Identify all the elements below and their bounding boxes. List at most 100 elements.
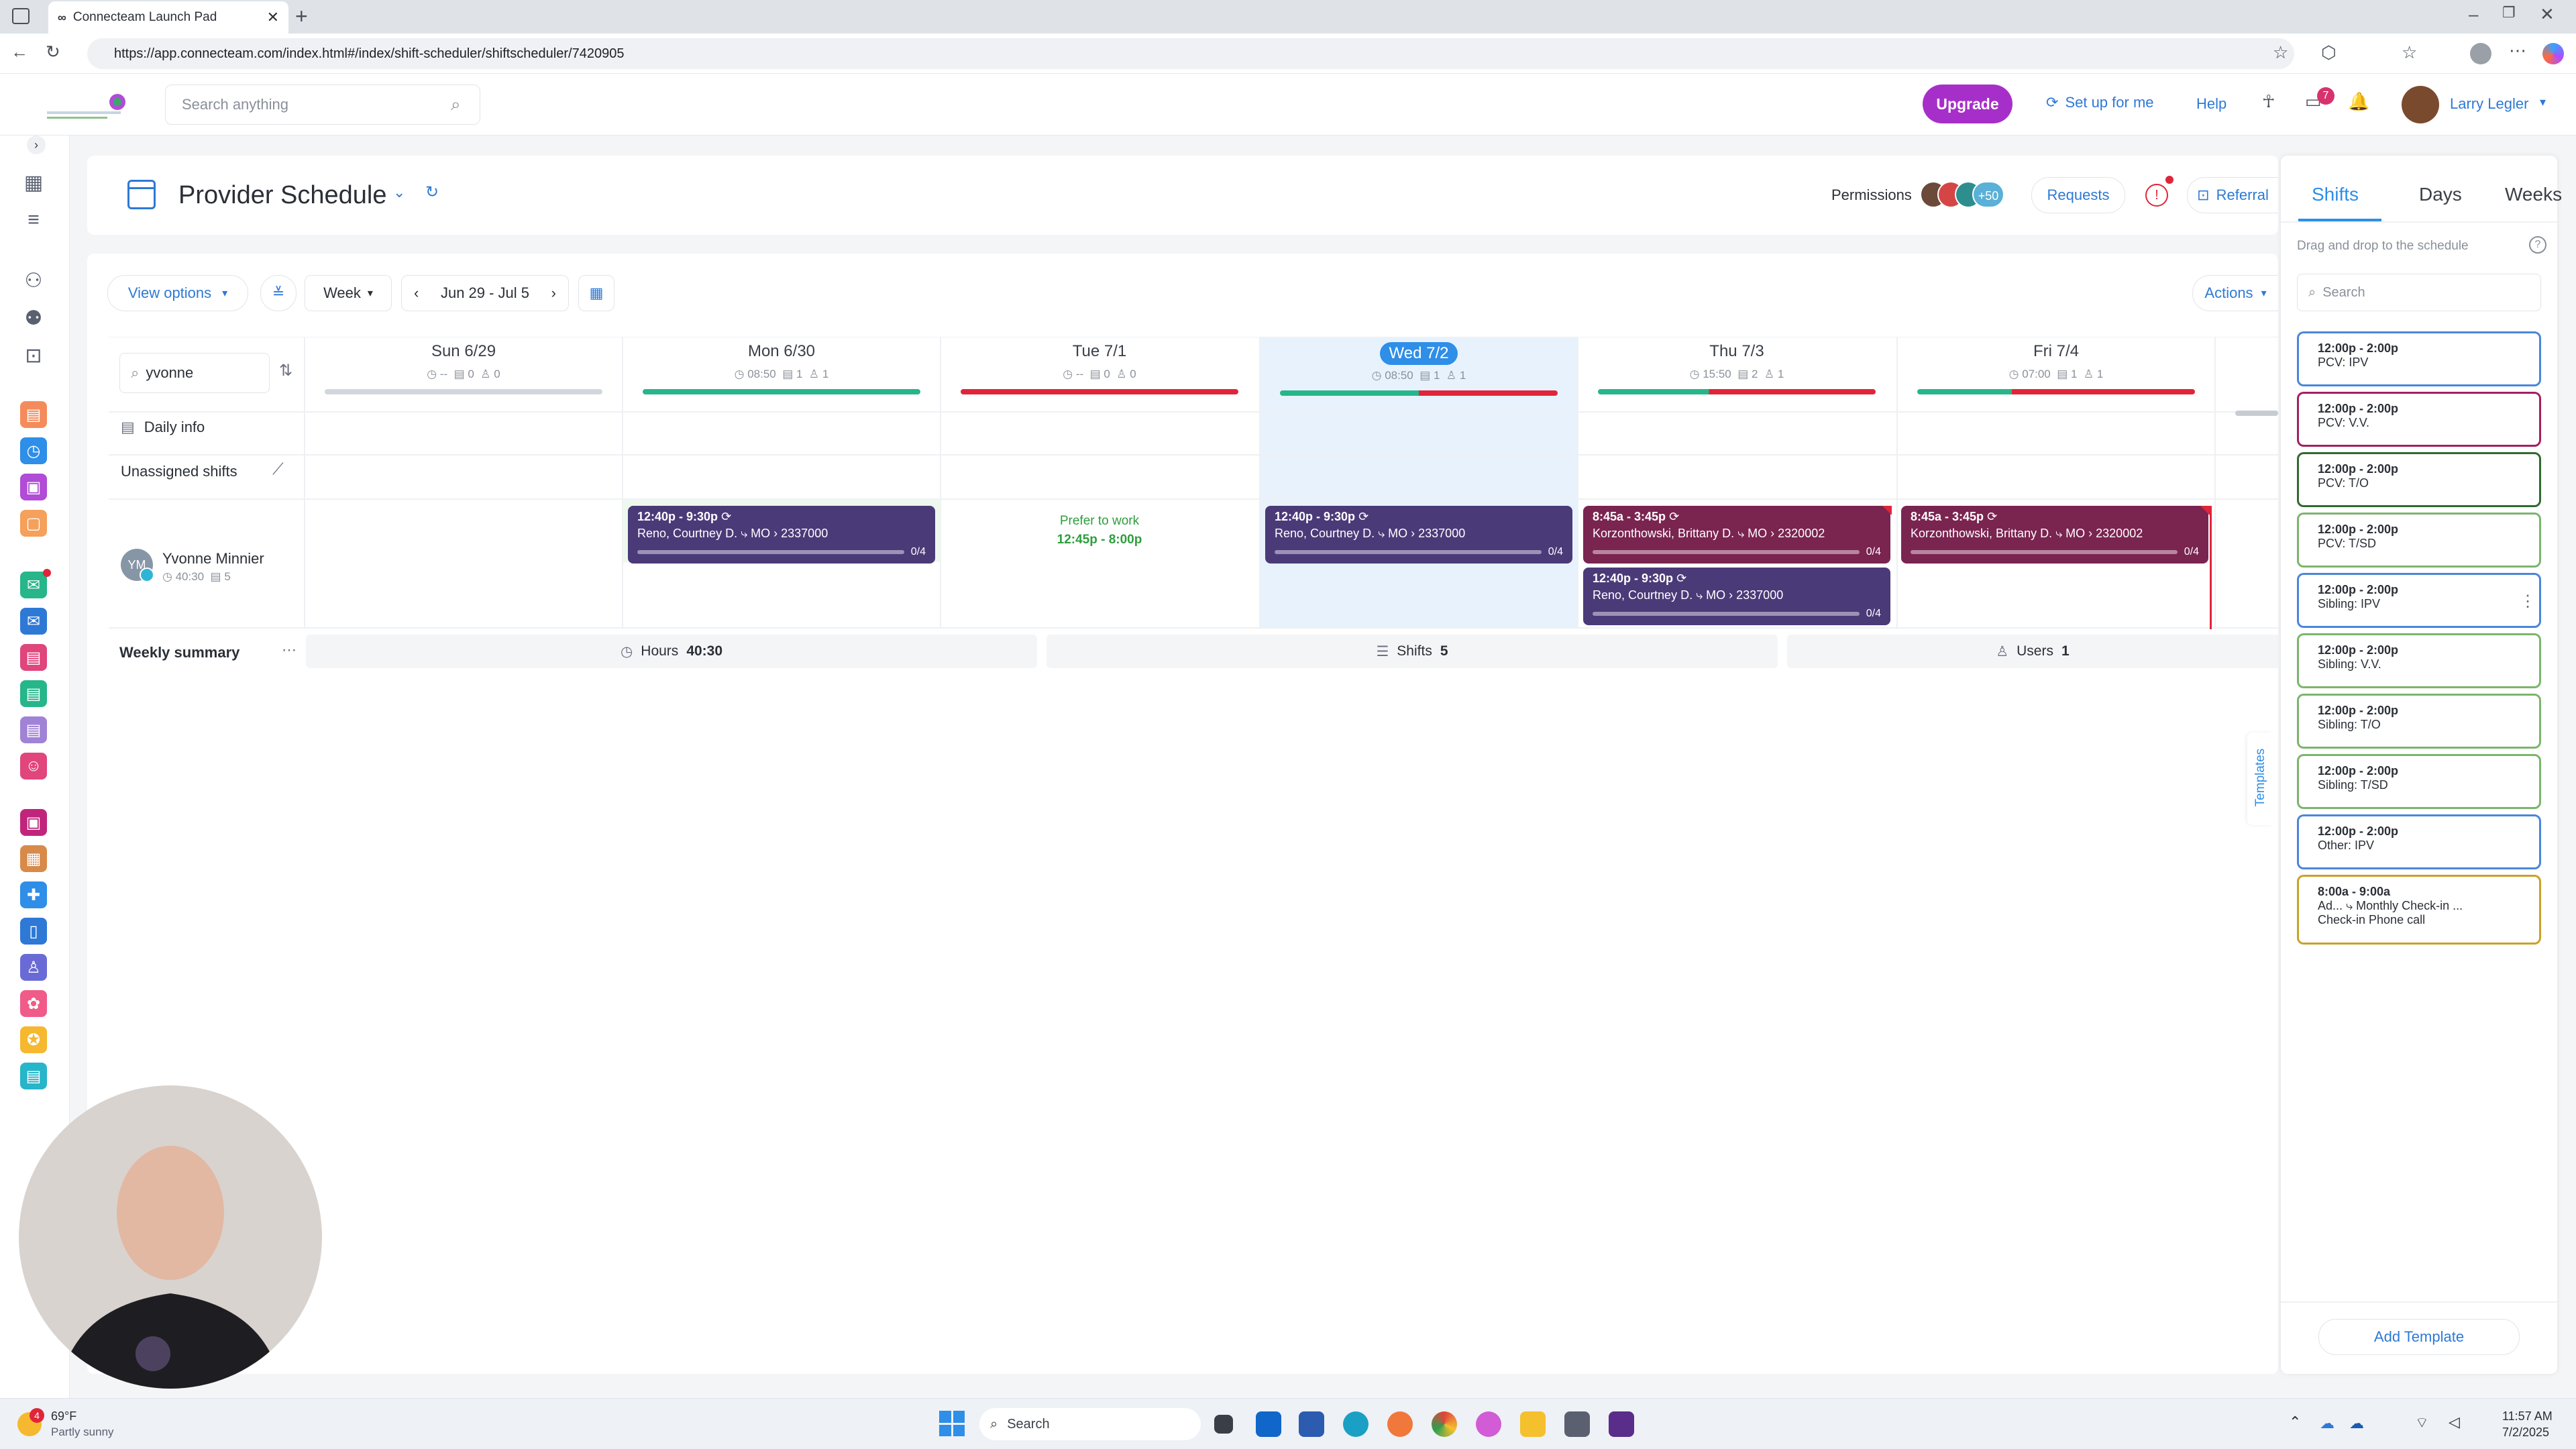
template-search-input[interactable]: ⌕ Search	[2297, 274, 2541, 311]
connecteam-app-icon[interactable]	[1609, 1411, 1634, 1437]
template-card[interactable]: 12:00p - 2:00p Sibling: IPV	[2297, 573, 2541, 628]
outlook-icon[interactable]	[1256, 1411, 1281, 1437]
sidebar-toggle-icon[interactable]	[12, 8, 30, 24]
favorite-star-icon[interactable]: ☆	[2273, 42, 2288, 63]
sort-icon[interactable]: ⇅	[279, 361, 292, 380]
profile-avatar-icon[interactable]	[2470, 43, 2491, 64]
new-tab-icon[interactable]: +	[295, 4, 308, 29]
shift-card-thu-1[interactable]: 8:45a - 3:45p ⟳ Korzonthowski, Brittany …	[1583, 506, 1890, 564]
dashboard-icon[interactable]: ▦	[20, 169, 47, 196]
referral-button[interactable]: ⊡ Referral	[2187, 177, 2278, 213]
template-card[interactable]: 12:00p - 2:00p PCV: T/SD	[2297, 513, 2541, 568]
system-tray-chevron-icon[interactable]: ⌃	[2289, 1413, 2301, 1431]
day-header-thu[interactable]: Thu 7/3 ◷ 15:50 ▤ 2 ♙ 1	[1578, 338, 1896, 412]
close-tab-icon[interactable]: ✕	[267, 9, 279, 26]
rewards-app-icon[interactable]: ✪	[20, 1026, 47, 1053]
next-week-icon[interactable]: ›	[551, 284, 556, 302]
template-card[interactable]: 12:00p - 2:00p PCV: T/O	[2297, 452, 2541, 507]
favorites-icon[interactable]: ☆	[2402, 42, 2417, 63]
tab-shifts[interactable]: Shifts	[2312, 184, 2359, 205]
onedrive-business-icon[interactable]: ☁	[2349, 1415, 2364, 1432]
template-more-icon[interactable]: ⋮	[2520, 592, 2536, 611]
checklist-app-icon[interactable]: ▤	[20, 680, 47, 707]
people-app-icon[interactable]: ☺	[20, 753, 47, 780]
day-header-mon[interactable]: Mon 6/30 ◷ 08:50 ▤ 1 ♙ 1	[623, 338, 941, 412]
docs-app-icon[interactable]: ▤	[20, 644, 47, 671]
user-avatar[interactable]	[2402, 86, 2439, 123]
week-select[interactable]: Week ▾	[305, 275, 392, 311]
itunes-icon[interactable]	[1476, 1411, 1501, 1437]
feed-icon[interactable]: ≡	[20, 207, 47, 233]
briefcase-icon[interactable]: ⊡	[20, 342, 47, 369]
view-options-button[interactable]: View options ▾	[107, 275, 248, 311]
clock-date[interactable]: 7/2/2025	[2502, 1426, 2549, 1440]
day-header-tue[interactable]: Tue 7/1 ◷ -- ▤ 0 ♙ 0	[941, 338, 1258, 412]
date-range-label[interactable]: Jun 29 - Jul 5	[441, 284, 529, 302]
gift-app-icon[interactable]: ✚	[20, 881, 47, 908]
document-app-icon[interactable]: ▯	[20, 918, 47, 945]
template-card[interactable]: 8:00a - 9:00a Ad... ⤷ Monthly Check-in ..…	[2297, 875, 2541, 945]
global-search-input[interactable]: Search anything	[165, 85, 480, 125]
template-card[interactable]: 12:00p - 2:00p PCV: V.V.	[2297, 392, 2541, 447]
events-app-icon[interactable]: ▦	[20, 845, 47, 872]
windows-start-icon[interactable]	[939, 1411, 965, 1436]
employee-filter-input[interactable]: ⌕ yvonne	[119, 353, 270, 393]
more-menu-icon[interactable]: ⋯	[2509, 40, 2526, 61]
template-card[interactable]: 12:00p - 2:00p PCV: IPV	[2297, 331, 2541, 386]
filter-button[interactable]: ≚	[260, 275, 297, 311]
day-header-fri[interactable]: Fri 7/4 ◷ 07:00 ▤ 1 ♙ 1	[1897, 338, 2215, 412]
tasks-app-icon[interactable]: ▣	[20, 474, 47, 500]
title-dropdown-chevron-icon[interactable]: ⌄	[393, 184, 405, 201]
user-icon[interactable]: ⚇	[20, 267, 47, 294]
template-card[interactable]: 12:00p - 2:00p Sibling: T/O	[2297, 694, 2541, 749]
help-circle-icon[interactable]: ?	[2529, 236, 2546, 254]
add-template-button[interactable]: Add Template	[2318, 1319, 2520, 1355]
user-menu-chevron-icon[interactable]: ▾	[2540, 95, 2546, 109]
help-app-icon[interactable]: ✿	[20, 990, 47, 1017]
close-window-icon[interactable]: ✕	[2540, 4, 2555, 25]
tab-days[interactable]: Days	[2419, 184, 2462, 205]
courses-app-icon[interactable]: ▣	[20, 809, 47, 836]
policies-app-icon[interactable]: ▤	[20, 1063, 47, 1089]
wifi-icon[interactable]: ⌔	[2415, 1413, 2429, 1432]
info-alert-icon[interactable]: !	[2145, 184, 2168, 207]
chat-app-icon[interactable]: ✉	[20, 572, 47, 598]
shift-card-thu-2[interactable]: 12:40p - 9:30p ⟳ Reno, Courtney D. ⤷ MO …	[1583, 568, 1890, 625]
word-icon[interactable]	[1299, 1411, 1324, 1437]
edge-icon[interactable]	[1343, 1411, 1368, 1437]
knowledge-app-icon[interactable]: ▤	[20, 716, 47, 743]
back-icon[interactable]: ←	[11, 42, 28, 62]
help-link[interactable]: Help	[2196, 95, 2226, 113]
permissions-more-badge[interactable]: +50	[1972, 181, 2004, 208]
tab-weeks[interactable]: Weeks	[2505, 184, 2562, 205]
template-card[interactable]: 12:00p - 2:00p Sibling: V.V.	[2297, 633, 2541, 688]
firefox-icon[interactable]	[1387, 1411, 1413, 1437]
daily-info-row[interactable]: ▤ Daily info	[121, 419, 205, 436]
summary-more-icon[interactable]: ⋯	[282, 641, 297, 659]
chrome-icon[interactable]	[1432, 1411, 1457, 1437]
refresh-icon[interactable]: ↻	[425, 182, 439, 202]
template-card[interactable]: 12:00p - 2:00p Other: IPV	[2297, 814, 2541, 869]
restore-icon[interactable]: ❐	[2502, 4, 2516, 21]
day-header-sun[interactable]: Sun 6/29 ◷ -- ▤ 0 ♙ 0	[305, 338, 623, 412]
upgrade-button[interactable]: Upgrade	[1923, 85, 2012, 123]
magic-assign-icon[interactable]: ⟋	[272, 460, 284, 479]
accessibility-icon[interactable]: ☥	[2262, 91, 2275, 112]
day-header-wed[interactable]: Wed 7/2 ◷ 08:50 ▤ 1 ♙ 1	[1260, 338, 1578, 412]
date-picker-button[interactable]: ▦	[578, 275, 614, 311]
users-icon[interactable]: ⚉	[20, 305, 47, 331]
template-card[interactable]: 12:00p - 2:00p Sibling: T/SD	[2297, 754, 2541, 809]
extensions-icon[interactable]: ⬡	[2321, 42, 2337, 63]
expand-rail-icon[interactable]: ›	[27, 136, 46, 154]
reload-icon[interactable]: ↻	[46, 42, 60, 62]
copilot-icon[interactable]	[2542, 43, 2564, 64]
schedule-app-icon[interactable]: ▤	[20, 401, 47, 428]
shift-card-wed[interactable]: 12:40p - 9:30p ⟳ Reno, Courtney D. ⤷ MO …	[1265, 506, 1572, 564]
volume-icon[interactable]: ◁	[2449, 1413, 2460, 1431]
file-explorer-icon[interactable]	[1520, 1411, 1546, 1437]
user-name[interactable]: Larry Legler	[2450, 95, 2528, 113]
requests-button[interactable]: Requests	[2031, 177, 2125, 213]
templates-side-tab[interactable]: Templates	[2247, 733, 2274, 825]
forms-app-icon[interactable]: ▢	[20, 510, 47, 537]
shift-card-mon[interactable]: 12:40p - 9:30p ⟳ Reno, Courtney D. ⤷ MO …	[628, 506, 935, 564]
